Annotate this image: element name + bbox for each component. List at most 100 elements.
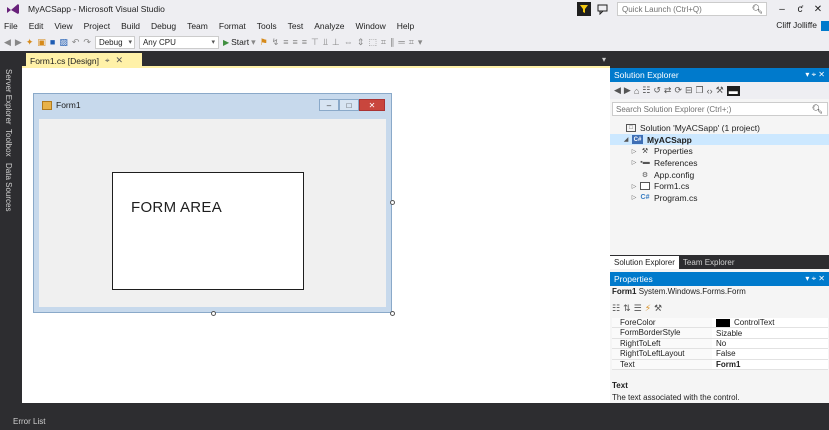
- form-maximize-icon[interactable]: □: [339, 99, 359, 111]
- expand-arrow-icon[interactable]: ▷: [630, 148, 638, 155]
- align-to-grid-icon[interactable]: ⌗: [381, 37, 386, 48]
- tree-item-properties[interactable]: ▷ ⚒ Properties: [610, 145, 829, 157]
- new-project-icon[interactable]: ✦: [26, 37, 34, 48]
- user-avatar[interactable]: [821, 21, 829, 31]
- properties-icon[interactable]: ☰: [634, 303, 642, 314]
- make-same-height-icon[interactable]: ⇕: [357, 37, 365, 48]
- menu-test[interactable]: Test: [288, 21, 304, 31]
- back-icon[interactable]: ◀: [614, 85, 621, 96]
- collapse-all-icon[interactable]: ⊟: [685, 85, 693, 96]
- start-debugging-button[interactable]: ▶ Start ▾: [223, 37, 256, 48]
- server-explorer-tab[interactable]: Server Explorer: [4, 69, 13, 125]
- save-icon[interactable]: ■: [50, 37, 55, 47]
- menu-format[interactable]: Format: [219, 21, 246, 31]
- property-row[interactable]: FormBorderStyle Sizable: [612, 328, 828, 339]
- make-same-width-icon[interactable]: ⇔: [344, 37, 353, 47]
- tree-item-project[interactable]: ◢ C# MyACSapp: [610, 133, 829, 146]
- menu-file[interactable]: File: [4, 21, 18, 31]
- browser-link-icon[interactable]: ⚑: [260, 37, 268, 48]
- property-row[interactable]: RightToLeftLayout False: [612, 349, 828, 360]
- align-lefts-icon[interactable]: ≡: [283, 37, 288, 47]
- expand-arrow-icon[interactable]: ▷: [630, 159, 638, 166]
- form-minimize-icon[interactable]: –: [319, 99, 339, 111]
- menu-build[interactable]: Build: [121, 21, 140, 31]
- property-value[interactable]: No: [712, 338, 828, 349]
- resize-handle-right[interactable]: [390, 200, 395, 205]
- user-name[interactable]: Cliff Jolliffe: [776, 20, 817, 30]
- switch-views-icon[interactable]: ☷: [642, 85, 650, 96]
- property-pages-icon[interactable]: ⚒: [654, 303, 662, 314]
- view-code-icon[interactable]: ‹›: [707, 86, 713, 96]
- tree-item-solution[interactable]: □ Solution 'MyACSapp' (1 project): [610, 122, 829, 134]
- pending-changes-icon[interactable]: ↺: [653, 85, 661, 96]
- menu-edit[interactable]: Edit: [29, 21, 44, 31]
- resize-handle-bottom[interactable]: [211, 311, 216, 316]
- property-row[interactable]: Text Form1: [612, 359, 828, 370]
- form1-client-area[interactable]: FORM AREA: [39, 119, 386, 307]
- close-icon[interactable]: ✕: [115, 55, 123, 66]
- sync-icon[interactable]: ⇄: [664, 85, 672, 96]
- menu-view[interactable]: View: [54, 21, 72, 31]
- open-file-icon[interactable]: ▣: [37, 37, 46, 48]
- property-row[interactable]: RightToLeft No: [612, 338, 828, 350]
- expand-arrow-icon[interactable]: ▷: [630, 194, 638, 201]
- property-row[interactable]: ForeColor ControlText: [612, 318, 828, 329]
- undo-icon[interactable]: ↶: [72, 37, 80, 48]
- design-surface[interactable]: Form1 – □ ✕ FORM AREA: [22, 68, 610, 403]
- tree-item-form1[interactable]: ▷ Form1.cs: [610, 180, 829, 192]
- form1-window[interactable]: Form1 – □ ✕ FORM AREA: [33, 93, 392, 313]
- minimize-button[interactable]: –: [775, 4, 789, 15]
- align-tops-icon[interactable]: ⊤: [311, 37, 319, 48]
- tree-item-references[interactable]: ▷ ▪▬ References: [610, 157, 829, 169]
- forward-icon[interactable]: ▶: [624, 85, 631, 96]
- feedback-icon[interactable]: [597, 3, 609, 15]
- events-icon[interactable]: ⚡: [645, 303, 651, 314]
- alphabetical-icon[interactable]: ⇅: [623, 303, 631, 314]
- menu-help[interactable]: Help: [397, 21, 414, 31]
- menu-debug[interactable]: Debug: [151, 21, 176, 31]
- pin-icon[interactable]: ⌖: [105, 56, 110, 66]
- solution-platform-dropdown[interactable]: Any CPU ▾: [138, 35, 219, 49]
- close-button[interactable]: ✕: [811, 4, 825, 15]
- resize-handle-corner[interactable]: [390, 311, 395, 316]
- data-sources-tab[interactable]: Data Sources: [4, 163, 13, 211]
- expand-arrow-icon[interactable]: ◢: [622, 136, 630, 143]
- menu-team[interactable]: Team: [187, 21, 208, 31]
- redo-icon[interactable]: ↷: [83, 37, 91, 48]
- save-all-icon[interactable]: ▨: [59, 37, 68, 48]
- quick-launch-input[interactable]: Quick Launch (Ctrl+Q) 🔍︎: [617, 2, 767, 16]
- vertical-spacing-icon[interactable]: ═: [398, 37, 404, 47]
- menu-window[interactable]: Window: [355, 21, 385, 31]
- forward-icon[interactable]: ▶: [15, 37, 22, 48]
- align-middles-icon[interactable]: ⫫: [323, 37, 328, 48]
- refresh-icon[interactable]: ⟳: [674, 85, 682, 96]
- horizontal-spacing-icon[interactable]: ∥: [390, 37, 395, 48]
- tree-item-app-config[interactable]: ⚙ App.config: [610, 169, 829, 181]
- align-rights-icon[interactable]: ≡: [302, 37, 307, 47]
- notification-filter-icon[interactable]: [577, 2, 591, 16]
- maximize-button[interactable]: ƈ: [793, 4, 807, 15]
- form-close-icon[interactable]: ✕: [359, 99, 385, 111]
- solution-search-input[interactable]: Search Solution Explorer (Ctrl+;) 🔍︎: [612, 102, 828, 116]
- expand-arrow-icon[interactable]: ▷: [630, 183, 638, 190]
- property-value[interactable]: ControlText: [712, 318, 828, 328]
- tree-item-program[interactable]: ▷ C# Program.cs: [610, 192, 829, 204]
- panel-options-icon[interactable]: ▾ ⌖ ✕: [805, 274, 825, 284]
- solution-configuration-dropdown[interactable]: Debug ▾: [94, 35, 135, 49]
- hot-reload-icon[interactable]: ↯: [272, 37, 280, 48]
- align-bottoms-icon[interactable]: ⊥: [332, 37, 340, 48]
- tab-order-icon[interactable]: ⌗: [409, 37, 414, 48]
- preview-selected-icon[interactable]: ▬: [726, 85, 740, 96]
- toolbox-tab[interactable]: Toolbox: [4, 129, 13, 157]
- menu-project[interactable]: Project: [84, 21, 110, 31]
- back-icon[interactable]: ◀: [4, 37, 11, 48]
- categorized-icon[interactable]: ☷: [612, 303, 620, 314]
- tab-solution-explorer[interactable]: Solution Explorer: [610, 256, 679, 269]
- error-list-tab[interactable]: Error List: [0, 413, 829, 430]
- wrench-icon[interactable]: ⚒: [716, 85, 724, 96]
- chevron-down-icon[interactable]: ▾: [602, 55, 606, 64]
- menu-tools[interactable]: Tools: [257, 21, 277, 31]
- property-value[interactable]: Form1: [712, 359, 828, 369]
- property-value[interactable]: False: [712, 349, 828, 359]
- property-value[interactable]: Sizable: [712, 328, 828, 338]
